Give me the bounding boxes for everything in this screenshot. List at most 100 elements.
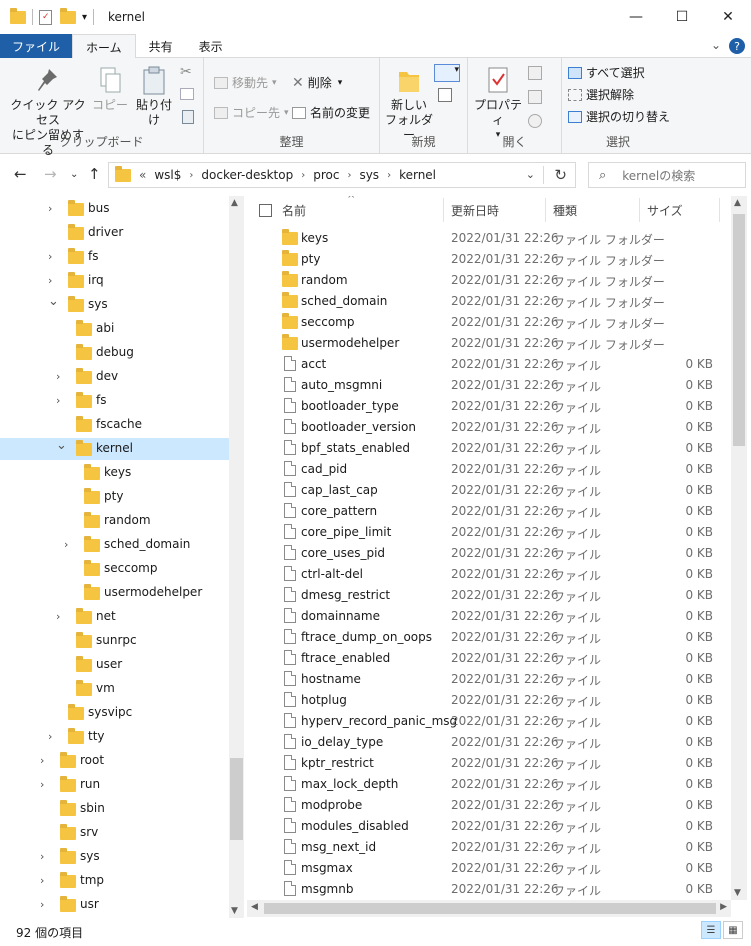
tree-item[interactable]: user — [0, 654, 229, 676]
breadcrumb-item[interactable]: kernel — [399, 168, 436, 182]
chevron-right-icon[interactable]: › — [64, 538, 68, 551]
tree-item[interactable]: abi — [0, 318, 229, 340]
breadcrumb-item[interactable]: wsl$ — [154, 168, 181, 182]
tree-item[interactable]: debug — [0, 342, 229, 364]
open-icon[interactable] — [528, 66, 542, 80]
tree-item[interactable]: sbin — [0, 798, 229, 820]
file-row[interactable]: domainname 2022/01/31 22:26 ファイル 0 KB — [247, 606, 730, 627]
up-arrow-icon[interactable]: ↑ — [88, 165, 101, 183]
chevron-right-icon[interactable]: › — [40, 778, 44, 791]
copy-button[interactable]: コピー — [92, 66, 128, 113]
column-date[interactable]: 更新日時 — [451, 196, 499, 224]
file-row[interactable]: modprobe 2022/01/31 22:26 ファイル 0 KB — [247, 795, 730, 816]
rename-button[interactable]: 名前の変更 — [292, 104, 370, 121]
tree-item[interactable]: › sched_domain — [0, 534, 229, 556]
scrollbar-thumb[interactable] — [230, 758, 243, 840]
file-row[interactable]: cap_last_cap 2022/01/31 22:26 ファイル 0 KB — [247, 480, 730, 501]
tree-item[interactable]: vm — [0, 678, 229, 700]
customize-qa-icon[interactable]: ▾ — [82, 12, 87, 23]
new-item-icon[interactable]: ▾ — [434, 64, 460, 82]
tree-item[interactable]: sunrpc — [0, 630, 229, 652]
cut-icon[interactable]: ✂ — [180, 64, 192, 80]
list-scrollbar[interactable]: ▲ ▼ — [731, 196, 747, 900]
tree-item[interactable]: fscache — [0, 414, 229, 436]
file-row[interactable]: bpf_stats_enabled 2022/01/31 22:26 ファイル 0 K… — [247, 438, 730, 459]
file-row[interactable]: bootloader_version 2022/01/31 22:26 ファイル 0 … — [247, 417, 730, 438]
file-row[interactable]: bootloader_type 2022/01/31 22:26 ファイル 0 KB — [247, 396, 730, 417]
file-row[interactable]: ftrace_enabled 2022/01/31 22:26 ファイル 0 KB — [247, 648, 730, 669]
column-name[interactable]: 名前 — [282, 196, 306, 224]
scroll-down-icon[interactable]: ▼ — [231, 906, 238, 916]
paste-shortcut-icon[interactable] — [182, 110, 194, 124]
chevron-down-icon[interactable]: ⌄ — [48, 294, 59, 309]
close-button[interactable]: ✕ — [705, 0, 751, 34]
file-row[interactable]: core_pipe_limit 2022/01/31 22:26 ファイル 0 KB — [247, 522, 730, 543]
tree-item[interactable]: › sys — [0, 846, 229, 868]
chevron-right-icon[interactable]: › — [40, 850, 44, 863]
tree-item[interactable]: › dev — [0, 366, 229, 388]
tree-item[interactable]: › irq — [0, 270, 229, 292]
help-icon[interactable]: ? — [729, 38, 745, 54]
tree-item[interactable]: random — [0, 510, 229, 532]
chevron-down-icon[interactable]: ⌄ — [56, 438, 67, 453]
tree-item[interactable]: › tmp — [0, 870, 229, 892]
chevron-right-icon[interactable]: › — [56, 394, 60, 407]
chevron-right-icon[interactable]: › — [40, 874, 44, 887]
delete-button[interactable]: ✕ 削除 ▾ — [292, 74, 342, 91]
breadcrumb-item[interactable]: proc — [313, 168, 339, 182]
tab-home[interactable]: ホーム — [72, 34, 136, 59]
file-row[interactable]: msgmax 2022/01/31 22:26 ファイル 0 KB — [247, 858, 730, 879]
scroll-up-icon[interactable]: ▲ — [734, 198, 741, 208]
tree-item[interactable]: usermodehelper — [0, 582, 229, 604]
tree-item[interactable]: seccomp — [0, 558, 229, 580]
minimize-button[interactable]: — — [613, 0, 659, 34]
tab-share[interactable]: 共有 — [136, 34, 186, 58]
file-row[interactable]: hostname 2022/01/31 22:26 ファイル 0 KB — [247, 669, 730, 690]
file-row[interactable]: ctrl-alt-del 2022/01/31 22:26 ファイル 0 KB — [247, 564, 730, 585]
file-row[interactable]: dmesg_restrict 2022/01/31 22:26 ファイル 0 KB — [247, 585, 730, 606]
new-folder-button[interactable]: 新しい フォルダー — [384, 66, 434, 143]
history-icon[interactable] — [528, 114, 542, 128]
select-all-checkbox[interactable] — [259, 196, 272, 224]
invert-selection-button[interactable]: 選択の切り替え — [568, 108, 670, 125]
chevron-right-icon[interactable]: › — [40, 898, 44, 911]
new-folder-quick-icon[interactable] — [60, 7, 76, 24]
chevron-down-icon[interactable]: ⌄ — [711, 38, 721, 52]
properties-quick-icon[interactable]: ✓ — [39, 9, 52, 25]
tree-scrollbar[interactable]: ▲ ▼ — [229, 196, 244, 918]
tree-item[interactable]: › fs — [0, 390, 229, 412]
folder-row[interactable]: pty 2022/01/31 22:26 ファイル フォルダー — [247, 249, 730, 270]
file-row[interactable]: io_delay_type 2022/01/31 22:26 ファイル 0 KB — [247, 732, 730, 753]
scroll-left-icon[interactable]: ◀ — [251, 902, 258, 912]
file-row[interactable]: max_lock_depth 2022/01/31 22:26 ファイル 0 KB — [247, 774, 730, 795]
large-icons-view-icon[interactable]: ▦ — [723, 921, 743, 939]
tree-item[interactable]: keys — [0, 462, 229, 484]
recent-locations-icon[interactable]: ⌄ — [70, 169, 78, 180]
properties-button[interactable]: プロパティ ▾ — [472, 66, 524, 143]
chevron-right-icon[interactable]: › — [48, 202, 52, 215]
tree-item[interactable]: driver — [0, 222, 229, 244]
tree-item[interactable]: › run — [0, 774, 229, 796]
address-bar[interactable]: « wsl$ › docker-desktop › proc › sys › kerne… — [108, 162, 576, 188]
tree-item[interactable]: ⌄ kernel — [0, 438, 229, 460]
column-type[interactable]: 種類 — [553, 196, 577, 224]
copy-path-icon[interactable] — [180, 88, 194, 100]
chevron-right-icon[interactable]: › — [48, 274, 52, 287]
back-arrow-icon[interactable]: ← — [14, 165, 27, 183]
maximize-button[interactable]: ☐ — [659, 0, 705, 34]
scroll-down-icon[interactable]: ▼ — [734, 888, 741, 898]
file-row[interactable]: modules_disabled 2022/01/31 22:26 ファイル 0 KB — [247, 816, 730, 837]
easy-access-icon[interactable] — [438, 88, 452, 102]
tab-view[interactable]: 表示 — [186, 34, 236, 58]
breadcrumb-item[interactable]: sys — [359, 168, 379, 182]
tree-item[interactable]: srv — [0, 822, 229, 844]
file-row[interactable]: msgmnb 2022/01/31 22:26 ファイル 0 KB — [247, 879, 730, 900]
chevron-right-icon[interactable]: › — [48, 250, 52, 263]
folder-row[interactable]: usermodehelper 2022/01/31 22:26 ファイル フォルダー — [247, 333, 730, 354]
select-none-button[interactable]: 選択解除 — [568, 86, 634, 103]
file-row[interactable]: auto_msgmni 2022/01/31 22:26 ファイル 0 KB — [247, 375, 730, 396]
folder-row[interactable]: keys 2022/01/31 22:26 ファイル フォルダー — [247, 228, 730, 249]
tree-item[interactable]: › usr — [0, 894, 229, 916]
column-size[interactable]: サイズ — [647, 196, 683, 224]
scroll-up-icon[interactable]: ▲ — [231, 198, 238, 208]
